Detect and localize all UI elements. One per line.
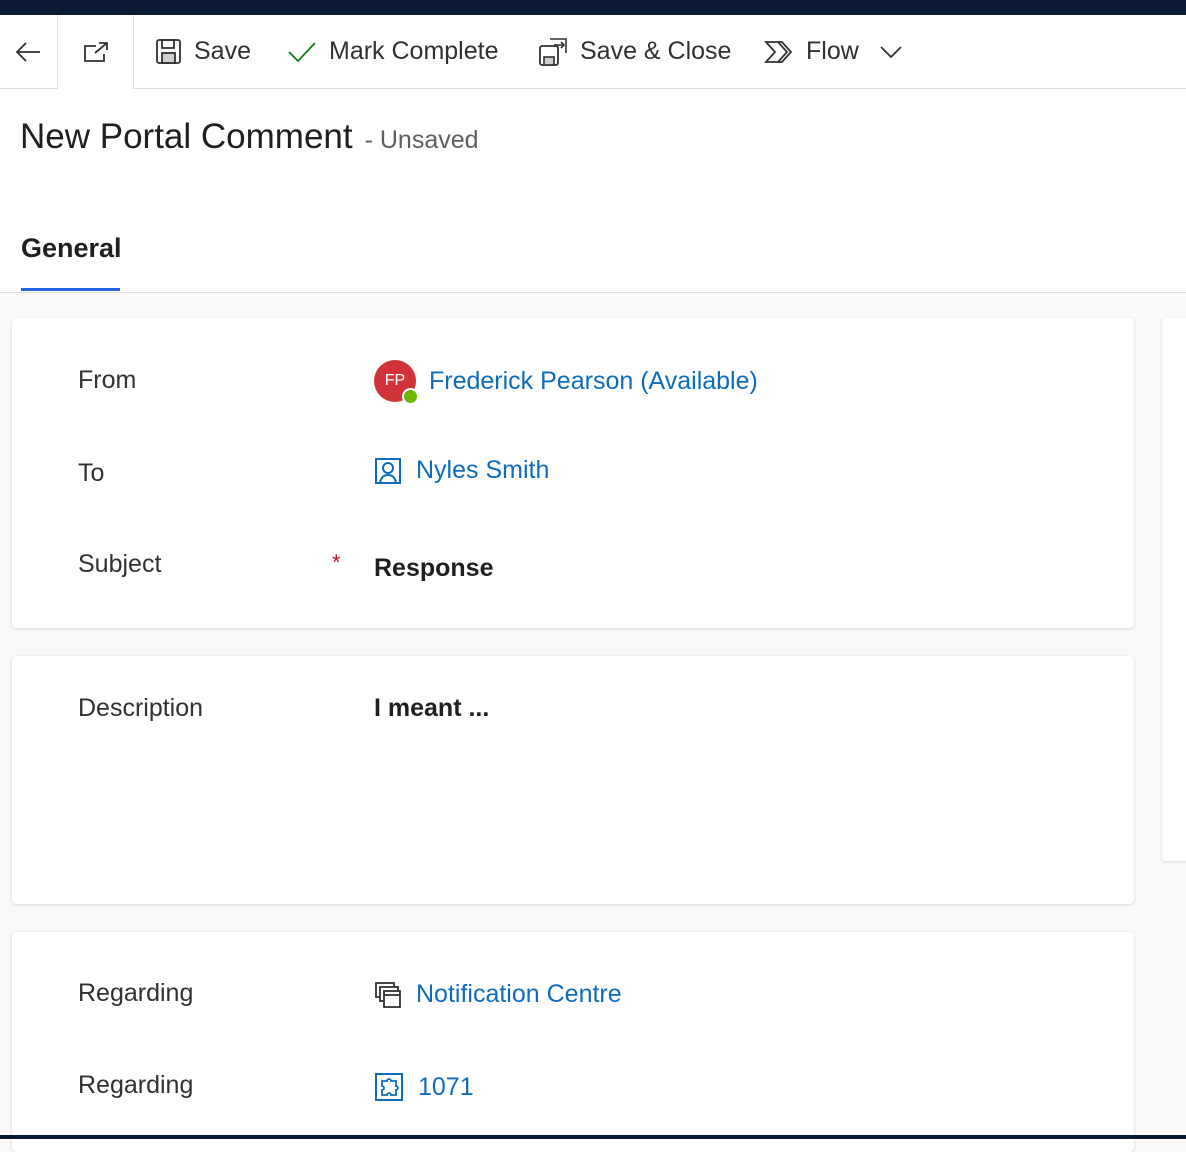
subject-input[interactable]: Response bbox=[374, 554, 493, 583]
app-top-bar bbox=[0, 0, 1186, 15]
contact-icon bbox=[374, 457, 402, 485]
summary-section: From FP Frederick Pearson (Available) To… bbox=[12, 318, 1134, 628]
mark-complete-button[interactable]: Mark Complete bbox=[287, 15, 499, 88]
arrow-left-icon bbox=[14, 40, 42, 64]
form-header: New Portal Comment - Unsaved General bbox=[0, 89, 1186, 293]
avatar: FP bbox=[374, 360, 419, 405]
chevron-down-icon bbox=[879, 45, 903, 59]
tab-selected-indicator bbox=[21, 288, 120, 291]
presence-available-icon bbox=[402, 388, 419, 405]
open-in-new-window-button[interactable] bbox=[57, 15, 134, 89]
save-and-close-label: Save & Close bbox=[580, 37, 732, 65]
tab-general[interactable]: General bbox=[21, 233, 122, 264]
regarding-value-2[interactable]: 1071 bbox=[418, 1073, 474, 1102]
regarding-label: Regarding bbox=[78, 979, 194, 1007]
save-icon bbox=[155, 38, 182, 65]
description-input[interactable]: I meant ... bbox=[374, 694, 489, 723]
mark-complete-label: Mark Complete bbox=[329, 37, 499, 65]
from-label: From bbox=[78, 366, 137, 394]
checkmark-icon bbox=[287, 40, 317, 64]
record-title: New Portal Comment bbox=[20, 117, 353, 156]
command-bar: Save Mark Complete Save & Close Flow bbox=[0, 15, 1186, 89]
back-button[interactable] bbox=[0, 15, 56, 88]
description-section: Description I meant ... bbox=[12, 656, 1134, 904]
from-value[interactable]: Frederick Pearson (Available) bbox=[429, 367, 758, 396]
puzzle-piece-icon bbox=[374, 1072, 404, 1102]
save-button[interactable]: Save bbox=[155, 15, 251, 88]
more-commands-button[interactable] bbox=[879, 15, 915, 88]
open-in-new-window-icon bbox=[82, 40, 110, 64]
save-and-close-icon bbox=[538, 37, 568, 67]
flow-label: Flow bbox=[806, 37, 859, 65]
save-status: - Unsaved bbox=[364, 126, 479, 154]
required-indicator: * bbox=[332, 550, 341, 575]
regarding-field[interactable]: Notification Centre bbox=[374, 980, 622, 1009]
regarding-section: Regarding Notification Centre Regarding … bbox=[12, 932, 1134, 1152]
regarding-label-2: Regarding bbox=[78, 1071, 194, 1099]
regarding-field-2[interactable]: 1071 bbox=[374, 1072, 474, 1102]
to-label: To bbox=[78, 459, 105, 487]
avatar-initials: FP bbox=[384, 372, 406, 389]
page-title: New Portal Comment - Unsaved bbox=[20, 117, 479, 157]
subject-label: Subject bbox=[78, 550, 162, 578]
flow-button[interactable]: Flow bbox=[764, 15, 859, 88]
description-label: Description bbox=[78, 694, 204, 722]
to-field[interactable]: Nyles Smith bbox=[374, 456, 549, 485]
stacked-windows-icon bbox=[374, 981, 402, 1009]
side-panel bbox=[1162, 318, 1186, 861]
to-value[interactable]: Nyles Smith bbox=[416, 456, 549, 485]
save-and-close-button[interactable]: Save & Close bbox=[538, 15, 731, 88]
from-field[interactable]: FP Frederick Pearson (Available) bbox=[374, 360, 758, 405]
flow-icon bbox=[764, 40, 794, 64]
save-label: Save bbox=[194, 37, 251, 65]
regarding-value[interactable]: Notification Centre bbox=[416, 980, 622, 1009]
bottom-edge bbox=[0, 1135, 1186, 1139]
